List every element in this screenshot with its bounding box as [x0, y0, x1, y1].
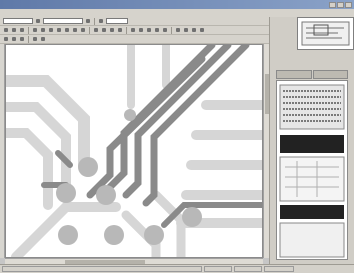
layer-silk-icon[interactable]: [19, 36, 25, 42]
toolbar-separator: [28, 35, 29, 43]
layer-combo[interactable]: [3, 18, 33, 24]
status-bar: [0, 264, 354, 273]
layer-top-icon[interactable]: [3, 36, 9, 42]
status-message: [2, 266, 202, 272]
arc-icon[interactable]: [72, 27, 78, 33]
title-bar: [0, 0, 354, 9]
toolbar-tools: [0, 26, 296, 35]
layer-icon[interactable]: [183, 27, 189, 33]
background-traces: [6, 45, 262, 257]
zoom-out-icon[interactable]: [101, 27, 107, 33]
toolbar-separator: [94, 17, 95, 25]
overview-thumbnail: [301, 21, 350, 46]
dropdown-arrow-icon[interactable]: [85, 18, 91, 24]
via-icon[interactable]: [48, 27, 54, 33]
pad: [96, 185, 116, 205]
pad: [58, 225, 78, 245]
grid-icon[interactable]: [98, 18, 104, 24]
menu-bar: [0, 9, 354, 17]
select-icon[interactable]: [32, 27, 38, 33]
thumbnail-3: [279, 156, 345, 202]
pcb-layout: [6, 45, 262, 257]
grid-combo[interactable]: [106, 18, 128, 24]
status-coordinate-x: [204, 266, 232, 272]
toolbar-separator: [171, 26, 172, 34]
overview-map[interactable]: [297, 17, 354, 50]
drc-icon[interactable]: [175, 27, 181, 33]
window-controls: [329, 1, 354, 8]
delete-icon[interactable]: [146, 27, 152, 33]
thumbnail-4: [280, 205, 344, 219]
copy-icon[interactable]: [154, 27, 160, 33]
highlight-icon[interactable]: [40, 36, 46, 42]
pad: [104, 225, 124, 245]
panel-tab[interactable]: [276, 70, 312, 79]
status-units: [264, 266, 294, 272]
pan-icon[interactable]: [117, 27, 123, 33]
toolbar-separator: [126, 26, 127, 34]
pad: [144, 225, 164, 245]
snap-icon[interactable]: [32, 36, 38, 42]
dropdown-arrow-icon[interactable]: [35, 18, 41, 24]
new-icon[interactable]: [3, 27, 9, 33]
thumbnail-2: [280, 135, 344, 153]
pad-icon[interactable]: [56, 27, 62, 33]
pad: [56, 183, 76, 203]
pcb-canvas[interactable]: [5, 44, 263, 258]
text-icon[interactable]: [80, 27, 86, 33]
thumbnail-list: [276, 80, 348, 260]
undo-icon[interactable]: [130, 27, 136, 33]
save-icon[interactable]: [19, 27, 25, 33]
redo-icon[interactable]: [138, 27, 144, 33]
thumbnail-5: [279, 222, 345, 258]
minimize-button[interactable]: [329, 1, 336, 8]
pad: [78, 157, 98, 177]
zoom-combo[interactable]: [43, 18, 83, 24]
maximize-button[interactable]: [337, 1, 344, 8]
zoom-fit-icon[interactable]: [109, 27, 115, 33]
pad: [182, 207, 202, 227]
toolbar-layers: [0, 35, 296, 44]
panel-tabs: [276, 70, 348, 79]
toolbar-separator: [89, 26, 90, 34]
toolbar-separator: [28, 26, 29, 34]
panel-tab[interactable]: [312, 70, 348, 79]
trace-light: [6, 128, 53, 210]
pad: [124, 109, 136, 121]
close-button[interactable]: [345, 1, 352, 8]
measure-icon[interactable]: [191, 27, 197, 33]
toolbar-combos: [0, 17, 296, 26]
zoom-in-icon[interactable]: [93, 27, 99, 33]
paste-icon[interactable]: [162, 27, 168, 33]
thumbnail-images: [279, 84, 345, 258]
settings-icon[interactable]: [199, 27, 205, 33]
open-icon[interactable]: [11, 27, 17, 33]
status-coordinate-y: [234, 266, 262, 272]
layer-bottom-icon[interactable]: [11, 36, 17, 42]
route-icon[interactable]: [40, 27, 46, 33]
line-icon[interactable]: [64, 27, 70, 33]
